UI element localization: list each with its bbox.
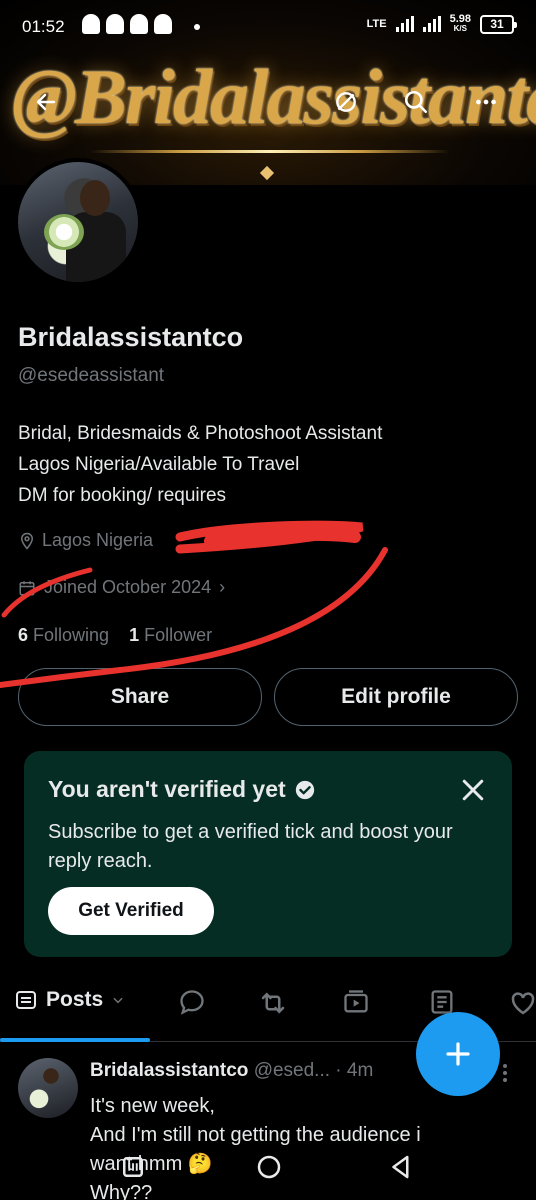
search-button[interactable]	[396, 82, 436, 122]
verified-badge-icon	[295, 780, 314, 799]
edit-profile-button[interactable]: Edit profile	[274, 668, 518, 726]
home-icon[interactable]	[254, 1152, 284, 1182]
posts-icon	[16, 991, 36, 1009]
signal-icon-2	[422, 16, 441, 32]
recent-apps-icon[interactable]	[118, 1152, 148, 1182]
verification-title: You aren't verified yet	[48, 776, 316, 803]
network-type: LTE	[366, 18, 387, 30]
close-icon[interactable]	[458, 775, 488, 805]
banner-logo-text: @Bridalassistantco	[12, 53, 536, 140]
media-icon	[344, 990, 368, 1013]
tweet-header: Bridalassistantco @esed... · 4m	[90, 1060, 373, 1082]
status-time: 01:52	[22, 17, 65, 36]
verification-text: Subscribe to get a verified tick and boo…	[48, 821, 453, 872]
search-icon	[404, 90, 428, 114]
banner-diamond	[259, 165, 275, 181]
more-notifications-dot	[194, 24, 200, 30]
arrow-left-icon	[36, 93, 56, 111]
repost-icon	[261, 992, 285, 1014]
profile-name: Bridalassistantco	[18, 322, 244, 352]
back-button[interactable]	[26, 82, 66, 122]
share-button[interactable]: Share	[18, 668, 262, 726]
calendar-icon	[19, 580, 35, 595]
system-navigation-bar	[0, 1146, 536, 1186]
verification-card: You aren't verified yet Subscribe to get…	[24, 751, 512, 957]
following-link[interactable]: 6 Following	[18, 625, 109, 645]
network-speed: 5.98 K/S	[449, 13, 471, 34]
tab-media[interactable]	[342, 988, 370, 1016]
get-verified-button[interactable]: Get Verified	[48, 887, 214, 935]
status-right: LTE 5.98 K/S 31	[366, 13, 517, 34]
profile-location: Lagos Nigeria	[18, 530, 153, 551]
notification-icons	[82, 14, 172, 34]
active-tab-indicator	[0, 1038, 150, 1042]
chevron-down-icon	[113, 997, 123, 1004]
tweet-avatar[interactable]	[18, 1058, 78, 1118]
more-button[interactable]	[466, 82, 506, 122]
heart-icon	[511, 992, 535, 1015]
snapchat-icon	[154, 14, 172, 34]
snapchat-icon	[82, 14, 100, 34]
followers-link[interactable]: 1 Follower	[129, 625, 212, 645]
more-icon	[476, 99, 496, 105]
tab-replies[interactable]	[178, 988, 206, 1016]
tweet-time: · 4m	[335, 1060, 374, 1081]
tab-posts[interactable]: Posts	[14, 988, 125, 1012]
battery-icon: 31	[480, 14, 517, 34]
location-pin-icon	[20, 532, 34, 550]
tweet-author-handle: @esed...	[253, 1060, 331, 1081]
status-bar: 01:52 LTE 5.98 K/S 31	[0, 0, 536, 52]
profile-joined[interactable]: Joined October 2024 ›	[18, 577, 225, 598]
banner-flourish	[90, 150, 450, 153]
plus-icon	[446, 1042, 470, 1066]
tweet-author-name[interactable]: Bridalassistantco	[90, 1060, 248, 1081]
reply-icon	[180, 990, 204, 1015]
hide-button[interactable]	[326, 82, 366, 122]
tab-reposts[interactable]	[258, 988, 288, 1018]
back-nav-icon[interactable]	[386, 1152, 416, 1182]
profile-bio: Bridal, Bridesmaids & Photoshoot Assista…	[18, 423, 383, 506]
tweet-more-icon[interactable]	[500, 1062, 510, 1084]
snapchat-icon	[106, 14, 124, 34]
profile-handle: @esedeassistant	[18, 365, 165, 386]
signal-icon	[395, 16, 414, 32]
compose-button[interactable]	[416, 1012, 500, 1096]
snapchat-icon	[130, 14, 148, 34]
follow-stats: 6 Following 1 Follower	[18, 625, 212, 646]
eye-slash-icon	[336, 92, 356, 112]
tab-likes[interactable]	[508, 988, 536, 1018]
chevron-right-icon: ›	[219, 577, 226, 597]
profile-avatar[interactable]	[14, 158, 142, 286]
